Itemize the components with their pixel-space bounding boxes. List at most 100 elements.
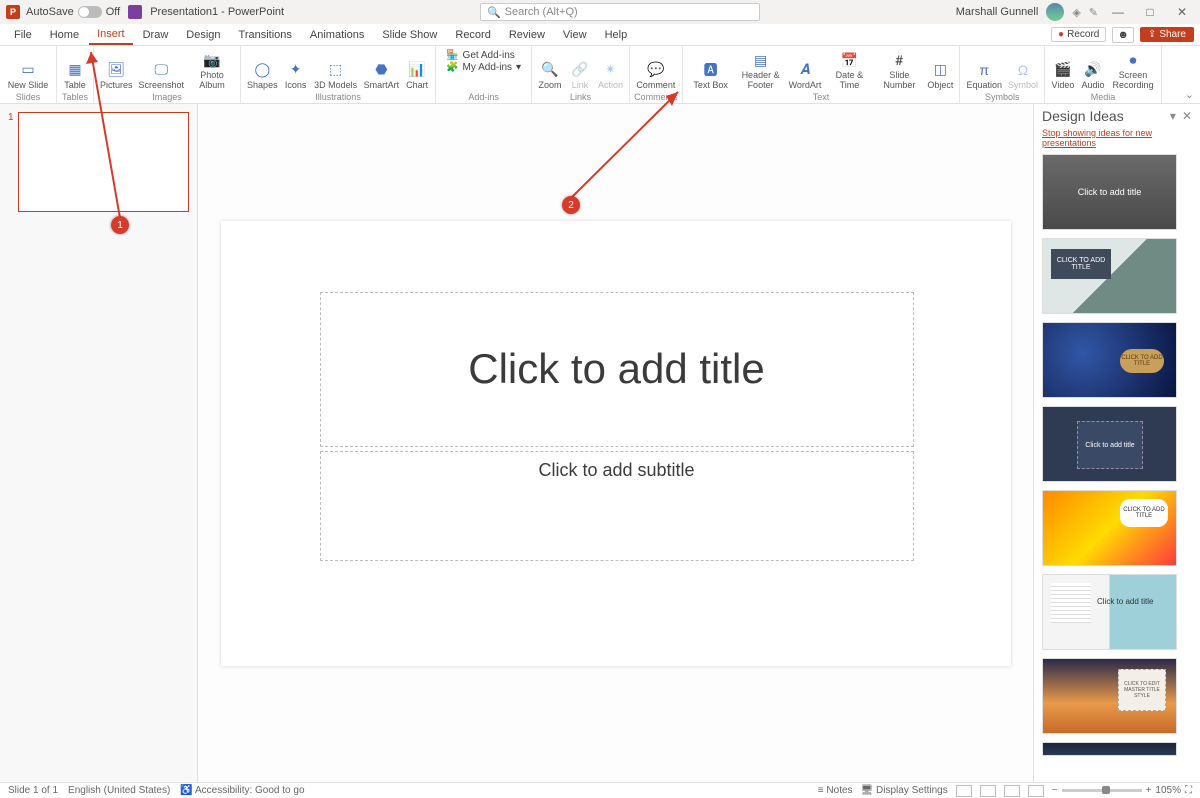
tab-home[interactable]: Home [42,26,87,44]
slide-canvas[interactable]: Click to add title Click to add subtitle [221,221,1011,666]
search-placeholder: Search (Alt+Q) [505,6,578,18]
design-idea-5[interactable]: CLICK TO ADD TITLE [1042,490,1177,566]
group-comments: 💬Comment Comments [630,46,683,103]
tab-transitions[interactable]: Transitions [231,26,300,44]
notes-button[interactable]: ≡ Notes [818,785,853,796]
title-text: Click to add title [468,345,764,393]
smartart-button[interactable]: ⬣SmartArt [362,59,402,91]
subtitle-text: Click to add subtitle [538,460,694,481]
zoom-control[interactable]: − + 105% ⛶ [1052,785,1192,796]
fit-icon[interactable]: ⛶ [1185,785,1192,796]
tab-slideshow[interactable]: Slide Show [374,26,445,44]
equation-button[interactable]: πEquation [964,59,1004,91]
new-slide-button[interactable]: ▭New Slide [4,59,52,91]
zoom-in-icon[interactable]: + [1146,785,1152,796]
zoom-out-icon[interactable]: − [1052,785,1058,796]
shapes-button[interactable]: ◯Shapes [245,59,280,91]
tab-animations[interactable]: Animations [302,26,372,44]
accessibility-status[interactable]: ♿ Accessibility: Good to go [180,785,304,796]
models-button[interactable]: ⬚3D Models [312,59,360,91]
design-idea-3[interactable]: CLICK TO ADD TITLE [1042,322,1177,398]
comment-button[interactable]: 💬Comment [634,59,677,91]
tab-help[interactable]: Help [597,26,636,44]
my-addins-button[interactable]: 🧩My Add-ins ▾ [446,62,521,73]
chart-button[interactable]: 📊Chart [403,59,431,91]
subtitle-placeholder[interactable]: Click to add subtitle [320,451,914,561]
slide-number-icon: #️ [889,50,909,70]
zoom-slider[interactable] [1062,789,1142,792]
icons-icon: ✦ [286,60,306,80]
design-idea-6[interactable]: Click to add title [1042,574,1177,650]
tab-file[interactable]: File [6,26,40,44]
pictures-button[interactable]: 🖼Pictures [98,59,135,91]
video-button[interactable]: 🎬Video [1049,59,1077,91]
new-slide-icon: ▭ [18,60,38,80]
minimize-button[interactable]: — [1106,5,1130,19]
wordart-button[interactable]: 𝑨WordArt [787,59,824,91]
tab-view[interactable]: View [555,26,595,44]
group-illustrations: ◯Shapes ✦Icons ⬚3D Models ⬣SmartArt 📊Cha… [241,46,436,103]
design-ideas-pane: Design Ideas ▾ ✕ Stop showing ideas for n… [1033,104,1200,782]
pane-title: Design Ideas [1042,108,1124,124]
photo-album-button[interactable]: 📷Photo Album [188,49,236,91]
tab-draw[interactable]: Draw [135,26,177,44]
textbox-icon: 🅰 [701,60,721,80]
slide-number-button[interactable]: #️Slide Number [875,49,923,91]
maximize-button[interactable]: □ [1138,5,1162,19]
tab-design[interactable]: Design [178,26,228,44]
group-tables: ▦Table Tables [57,46,94,103]
tab-record[interactable]: Record [447,26,498,44]
zoom-button[interactable]: 🔍Zoom [536,59,564,91]
design-idea-8[interactable] [1042,742,1177,756]
language[interactable]: English (United States) [68,785,170,796]
screenshot-button[interactable]: 🖵Screenshot [137,59,187,91]
tab-insert[interactable]: Insert [89,25,133,45]
autosave-label: AutoSave [26,6,74,18]
record-button[interactable]: ●Record [1051,27,1106,42]
design-idea-7[interactable]: CLICK TO EDIT MASTER TITLE STYLE [1042,658,1177,734]
icons-button[interactable]: ✦Icons [282,59,310,91]
slide-thumbnails: 1 [0,104,198,782]
title-placeholder[interactable]: Click to add title [320,292,914,447]
textbox-button[interactable]: 🅰Text Box [687,59,735,91]
pane-close-icon[interactable]: ✕ [1182,109,1192,123]
shapes-icon: ◯ [252,60,272,80]
normal-view-icon[interactable] [956,785,972,797]
screen-recording-button[interactable]: ⏺Screen Recording [1109,49,1157,91]
stop-ideas-link[interactable]: Stop showing ideas for new presentations [1034,128,1200,154]
design-idea-1[interactable]: Click to add title [1042,154,1177,230]
save-icon[interactable] [128,5,142,19]
reading-view-icon[interactable] [1004,785,1020,797]
close-button[interactable]: ✕ [1170,5,1194,19]
tab-review[interactable]: Review [501,26,553,44]
display-settings-button[interactable]: 🖥 Display Settings [861,785,948,796]
collapse-ribbon-icon[interactable]: ⌄ [1185,88,1194,101]
title-bar: P AutoSave Off Presentation1 - PowerPoin… [0,0,1200,24]
search-box[interactable]: 🔍 Search (Alt+Q) [480,3,760,21]
share-button[interactable]: ⇪Share [1140,27,1194,42]
autosave-toggle[interactable]: AutoSave Off [26,6,120,18]
toggle-icon[interactable] [78,6,102,18]
header-footer-button[interactable]: ▤Header & Footer [737,49,785,91]
status-bar: Slide 1 of 1 English (United States) ♿ A… [0,782,1200,798]
pen-icon[interactable]: ✎ [1089,6,1098,19]
design-idea-2[interactable]: CLICK TO ADD TITLE [1042,238,1177,314]
slideshow-view-icon[interactable] [1028,785,1044,797]
avatar[interactable] [1046,3,1064,21]
get-addins-button[interactable]: 🏪Get Add-ins [446,50,521,61]
link-button[interactable]: 🔗Link [566,59,594,91]
audio-button[interactable]: 🔊Audio [1079,59,1107,91]
present-icon[interactable]: ☻ [1112,27,1134,43]
sorter-view-icon[interactable] [980,785,996,797]
pane-menu-icon[interactable]: ▾ [1170,109,1176,123]
action-button[interactable]: ✴Action [596,59,625,91]
symbol-button[interactable]: ΩSymbol [1006,59,1040,91]
table-button[interactable]: ▦Table [61,59,89,91]
design-idea-4[interactable]: Click to add title [1042,406,1177,482]
chevron-down-icon: ▾ [516,62,521,73]
slide-thumbnail-1[interactable] [18,112,189,212]
date-time-button[interactable]: 📅Date & Time [825,49,873,91]
share-icon: ⇪ [1148,29,1156,40]
object-button[interactable]: ◫Object [925,59,955,91]
diamond-icon[interactable]: ◈ [1072,6,1080,19]
